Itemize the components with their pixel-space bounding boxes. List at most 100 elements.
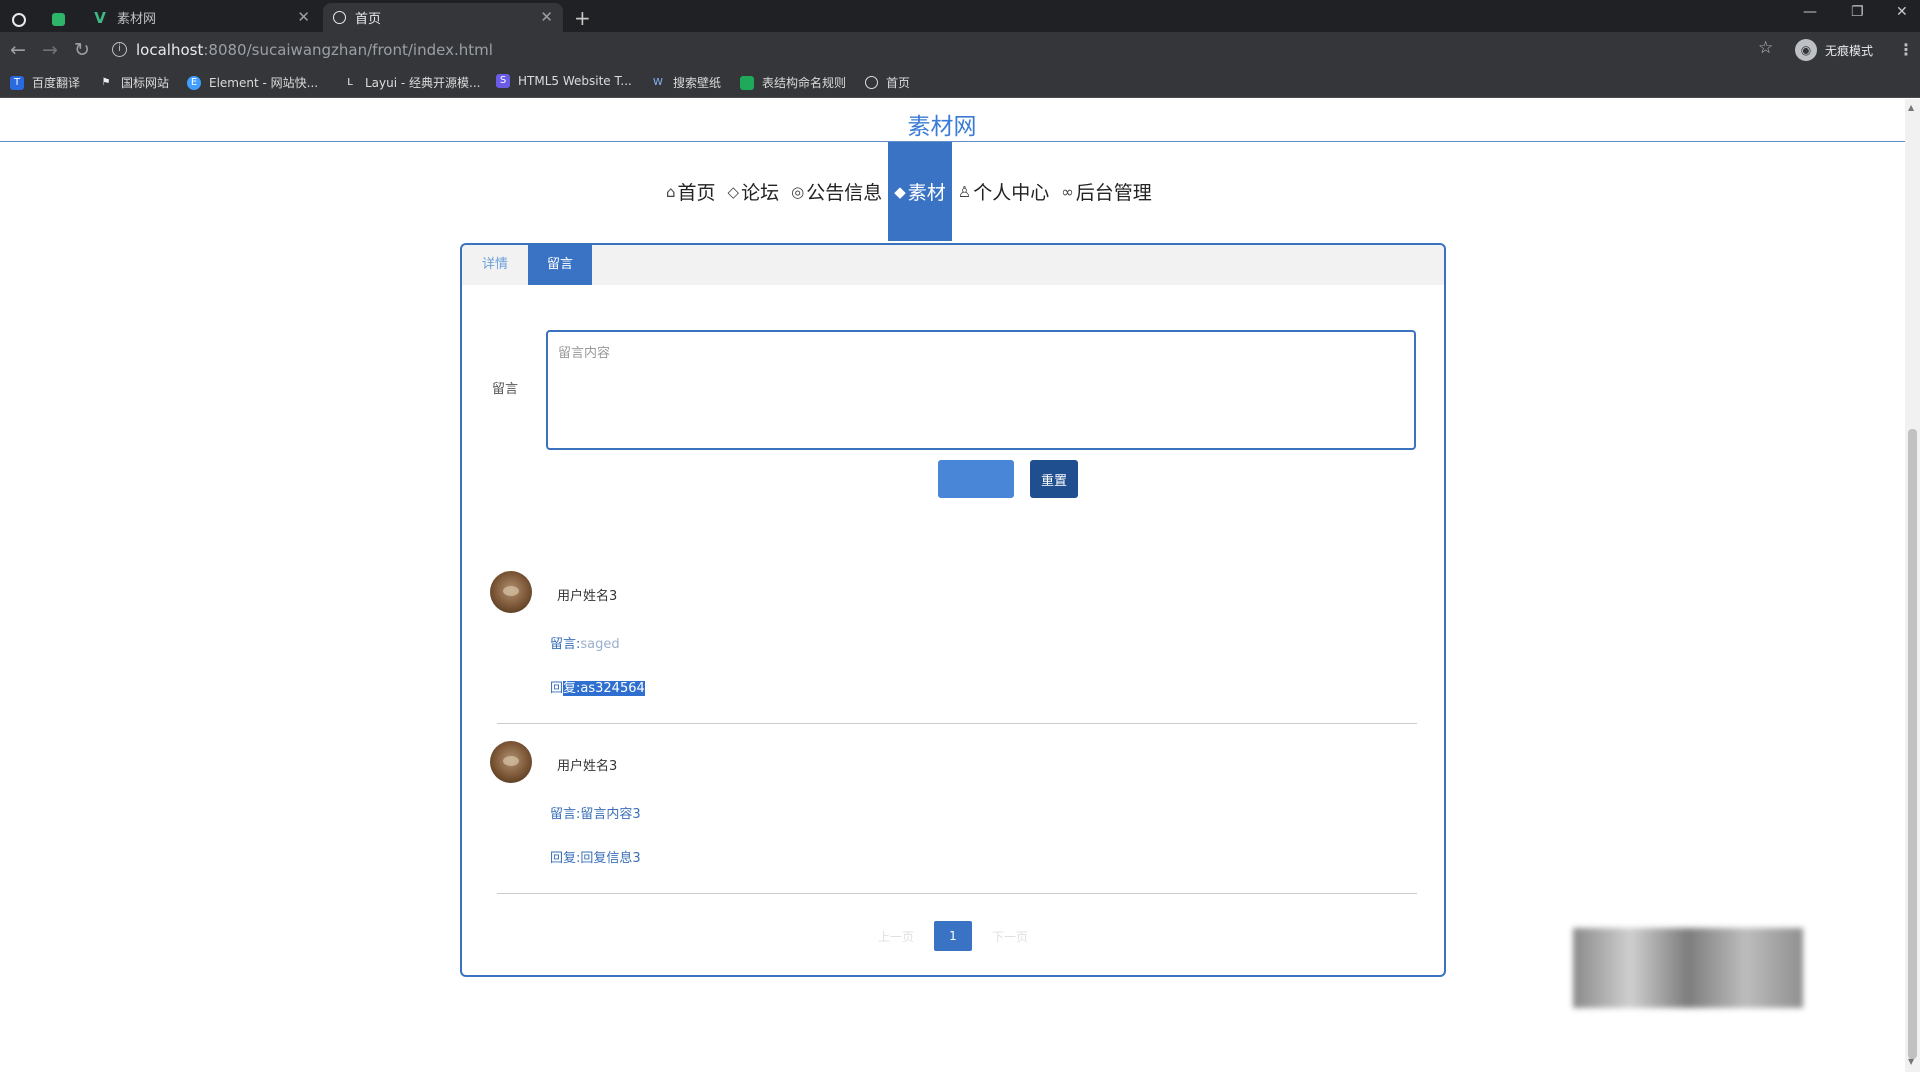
bookmark-label: 首页 [886,76,911,90]
pagination: 上一页 1 下一页 [462,921,1444,951]
comment-item: 用户姓名3 留言:留言内容3 回复:回复信息3 [462,741,1444,901]
bookmark-label: Layui - 经典开源模... [365,76,481,90]
comment-username: 用户姓名3 [557,589,618,604]
chat-icon: ◎ [791,182,805,201]
submit-button[interactable]: 立即提交 [938,460,1014,498]
html5-site-icon: S [496,74,510,88]
message-prefix: 留言: [550,637,581,652]
graduation-cap-icon: ◆ [894,182,906,201]
comment-message: 留言:留言内容3 [550,803,641,822]
site-title[interactable]: 素材网 [0,107,1884,141]
blurred-watermark [1555,928,1815,1008]
nav-materials[interactable]: ◆ 素材 [888,142,952,241]
bookmark-item[interactable]: T 百度翻译 [10,74,80,91]
nav-label: 后台管理 [1075,182,1152,204]
browser-menu-icon[interactable]: ⋮ [1898,40,1914,59]
chrome-menu-icon[interactable] [12,5,35,34]
reload-icon[interactable]: ↻ [70,38,94,62]
tab-home[interactable]: 首页 ✕ [323,3,563,32]
back-arrow-icon[interactable]: ← [6,38,30,62]
url-path: :8080/sucaiwangzhan/front/index.html [203,41,493,59]
close-tab-icon[interactable]: ✕ [297,8,310,26]
tab-title: 首页 [355,12,382,27]
tab-title: 素材网 [117,12,157,27]
layui-logo-icon: L [347,76,353,88]
bookmark-label: HTML5 Website T... [518,74,632,88]
element-logo-icon: E [187,75,201,90]
avatar [490,741,532,783]
blurred-region [1573,928,1803,1008]
restore-icon[interactable]: ❐ [1851,4,1864,20]
bookmark-item[interactable]: E Element - 网站快... [187,74,318,91]
panel-tabs: 详情 留言 [462,245,1444,285]
bookmark-star-icon[interactable]: ☆ [1758,38,1773,58]
bookmark-item[interactable]: S HTML5 Website T... [496,74,632,88]
message-label: 留言 [492,382,519,397]
bookmark-label: 国标网站 [121,76,170,90]
translate-icon: T [10,75,24,90]
bookmark-item[interactable]: W 搜索壁纸 [651,74,721,91]
bookmark-label: 搜索壁纸 [673,76,722,90]
comment-divider [497,723,1417,724]
bookmark-label: Element - 网站快... [209,76,319,90]
bookmark-item[interactable]: ⚑ 国标网站 [99,74,170,91]
page-scrollbar[interactable]: ▲ ▼ [1905,99,1920,1072]
nav-announcements[interactable]: ◎ 公告信息 [785,142,888,241]
nav-forum[interactable]: ◇ 论坛 [722,142,786,241]
vue-logo-icon: V [94,8,106,27]
scroll-thumb[interactable] [1908,429,1917,1059]
message-text: saged [580,637,620,652]
comment-divider [497,893,1417,894]
bookmark-item[interactable]: L Layui - 经典开源模... [343,74,480,91]
nav-home[interactable]: ⌂ 首页 [660,142,722,241]
bookmark-item[interactable]: 首页 [865,74,910,91]
next-page-link[interactable]: 下一页 [992,928,1028,945]
profile-label: 无痕模式 [1825,43,1874,58]
prev-page-link[interactable]: 上一页 [878,928,914,945]
message-panel: 详情 留言 留言 立即提交 重置 用户姓名3 留言:saged 回复:as324… [460,243,1446,977]
message-input[interactable] [546,330,1416,450]
nav-admin[interactable]: ∞ 后台管理 [1055,142,1158,241]
bookmark-label: 百度翻译 [32,76,81,90]
incognito-profile[interactable]: ◉ 无痕模式 [1795,39,1873,61]
forward-arrow-icon[interactable]: → [38,38,62,62]
comment-reply: 回复:回复信息3 [550,847,641,866]
tab-messages[interactable]: 留言 [528,245,592,285]
comment-username: 用户姓名3 [557,759,618,774]
nav-label: 首页 [677,182,716,204]
message-prefix: 留言: [550,807,581,822]
bookmark-item[interactable]: 表结构命名规则 [740,74,846,91]
minimize-icon[interactable]: — [1803,4,1817,20]
nav-label: 个人中心 [973,182,1050,204]
close-tab-icon[interactable]: ✕ [540,8,553,26]
bookmarks-bar: T 百度翻译 ⚑ 国标网站 E Element - 网站快... L Layui… [0,68,1920,98]
wallpaper-icon: W [653,76,663,88]
comment-reply: 回复:as324564 [550,677,645,696]
scroll-down-icon[interactable]: ▼ [1908,1057,1914,1066]
reply-prefix: 回 [550,681,564,696]
nav-label: 论坛 [741,182,780,204]
message-text: 留言内容3 [580,807,641,822]
bookmark-label: 表结构命名规则 [762,76,847,90]
globe-icon [865,76,878,89]
close-window-icon[interactable]: ✕ [1896,4,1908,20]
nav-label: 公告信息 [806,182,883,204]
scroll-up-icon[interactable]: ▲ [1908,103,1914,112]
home-icon: ⌂ [666,182,676,201]
web-page: 素材网 ⌂ 首页 ◇ 论坛 ◎ 公告信息 ◆ 素材 ♙ 个人中心 ∞ 后台管理 … [0,99,1920,1072]
site-info-icon[interactable]: i [112,42,127,57]
comment-item: 用户姓名3 留言:saged 回复:as324564 [462,571,1444,731]
reply-text-selected: 复:as324564 [563,681,645,696]
globe-icon [333,11,346,24]
tab-sucaiwang[interactable]: V 素材网 ✕ [88,3,320,32]
new-tab-button[interactable]: + [574,3,591,32]
reply-text: 回复信息3 [580,851,641,866]
address-bar[interactable]: i localhost:8080/sucaiwangzhan/front/ind… [108,36,1768,64]
page-number-current[interactable]: 1 [934,921,972,951]
nav-profile[interactable]: ♙ 个人中心 [952,142,1055,241]
reset-button[interactable]: 重置 [1030,460,1078,498]
green-app-icon[interactable] [52,5,74,34]
reply-prefix: 回复: [550,851,581,866]
tab-details[interactable]: 详情 [462,245,528,285]
tag-icon: ◇ [727,182,740,201]
